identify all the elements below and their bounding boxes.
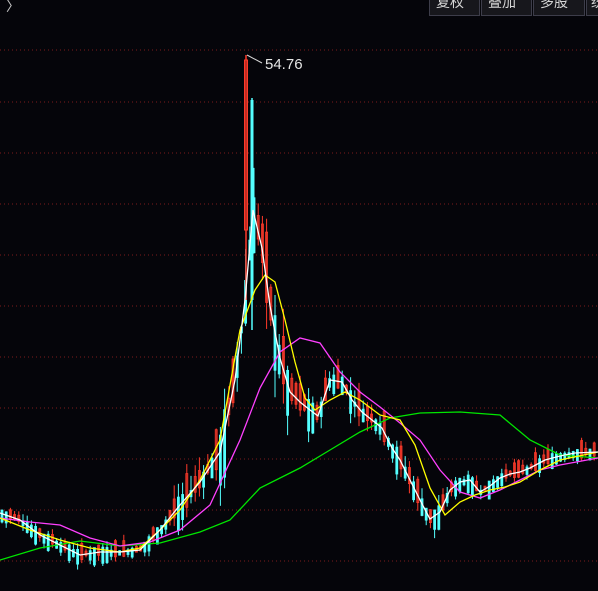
- stats-label: 统: [591, 0, 598, 12]
- candle-down: [72, 549, 75, 558]
- overlay-label: 叠加: [488, 0, 516, 11]
- candle-down: [176, 496, 180, 531]
- candle-down: [332, 374, 336, 395]
- restore-rights-label: 复权: [436, 0, 464, 11]
- candle-down: [34, 525, 37, 545]
- candle-down: [88, 550, 92, 561]
- multi-stock-button[interactable]: 多股: [533, 0, 585, 16]
- peak-pointer: [246, 54, 263, 64]
- candle-down: [458, 477, 462, 492]
- restore-rights-button[interactable]: 复权: [429, 0, 480, 16]
- candle-down: [210, 457, 214, 479]
- grid-lines: [0, 49, 598, 562]
- ma5-line: [0, 209, 598, 556]
- candle-down: [525, 466, 529, 475]
- candle-down: [500, 473, 504, 487]
- kline-chart-panel[interactable]: 54.76 〉 复权 叠加 多股 统: [0, 0, 598, 591]
- stats-button[interactable]: 统: [586, 0, 598, 16]
- candle-down: [496, 476, 500, 488]
- multi-stock-label: 多股: [540, 0, 568, 11]
- peak-annotation: 54.76: [246, 54, 303, 73]
- candle-down: [378, 422, 382, 435]
- candle-down: [470, 477, 474, 496]
- ma20-line: [0, 337, 598, 547]
- candle-down: [0, 509, 4, 523]
- candle-down: [340, 376, 344, 396]
- candle-down: [588, 448, 592, 461]
- candle-down: [437, 505, 441, 530]
- candle-down: [42, 533, 46, 544]
- candle-down: [25, 521, 29, 533]
- candlestick-chart[interactable]: 54.76: [0, 0, 598, 591]
- candle-down: [67, 544, 71, 562]
- candle-down: [395, 446, 399, 475]
- candle-down: [93, 547, 96, 566]
- chevron-right-icon[interactable]: 〉: [6, 0, 20, 14]
- candles: [0, 55, 596, 570]
- chart-toolbar: 〉 复权 叠加 多股 统: [0, 0, 598, 18]
- candle-down: [218, 434, 222, 486]
- candle-down: [433, 509, 437, 530]
- candle-down: [155, 527, 159, 545]
- candle-down: [361, 408, 365, 423]
- candle-down: [76, 548, 79, 565]
- candle-down: [576, 449, 579, 462]
- overlay-button[interactable]: 叠加: [481, 0, 532, 16]
- candle-down: [286, 369, 290, 416]
- peak-candle-down: [250, 100, 254, 300]
- peak-price-label: 54.76: [265, 56, 303, 73]
- candle-down: [466, 474, 470, 494]
